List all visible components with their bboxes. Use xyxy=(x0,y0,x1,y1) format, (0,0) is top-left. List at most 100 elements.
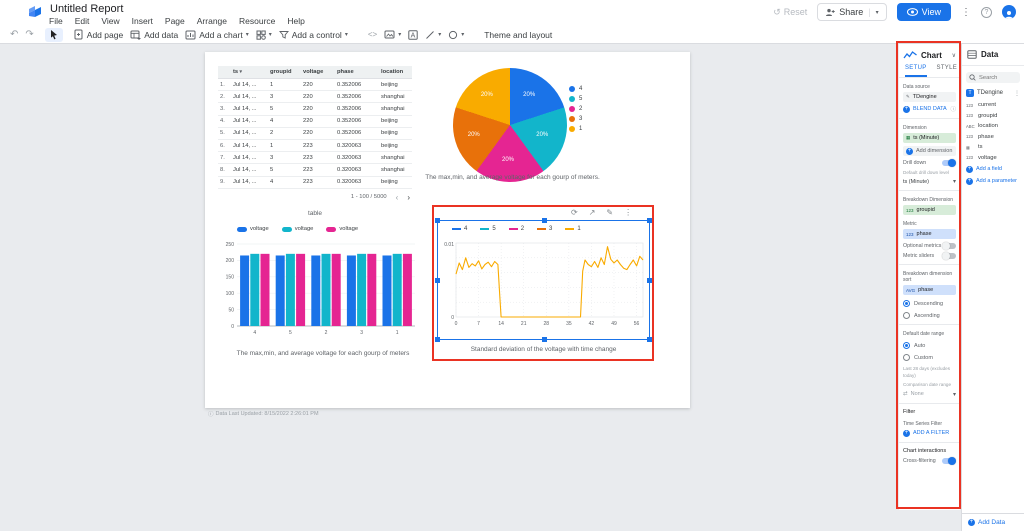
legend-item[interactable]: voltage xyxy=(326,226,358,232)
add-filter-button[interactable]: + ADD A FILTER xyxy=(903,429,956,437)
col-header-ts[interactable]: ts ▾ xyxy=(231,66,268,79)
view-button[interactable]: View xyxy=(896,3,951,21)
shape-button[interactable]: ▾ xyxy=(448,30,464,40)
add-dimension-button[interactable]: + Add dimension xyxy=(903,146,956,156)
sort-descending-radio[interactable]: Descending xyxy=(903,300,956,308)
selection-handle[interactable] xyxy=(435,218,440,223)
menu-insert[interactable]: Insert xyxy=(132,16,153,26)
selection-handle[interactable] xyxy=(435,337,440,342)
embed-icon[interactable]: <> xyxy=(368,30,377,39)
table-row[interactable]: 6. Jul 14, ... 1 223 0.320063 beijing xyxy=(218,139,412,153)
avatar[interactable] xyxy=(1002,5,1016,19)
refresh-icon[interactable]: ⟳ xyxy=(571,208,578,217)
add-page-button[interactable]: Add page xyxy=(74,29,123,40)
reset-button[interactable]: ↺ Reset xyxy=(773,7,807,18)
tab-style[interactable]: STYLE xyxy=(937,65,958,77)
field-phase[interactable]: 123 phase xyxy=(966,134,1020,140)
legend-item[interactable]: 1 xyxy=(565,226,581,232)
selection-handle[interactable] xyxy=(647,278,652,283)
edit-icon[interactable]: ✎ xyxy=(606,208,613,217)
cross-filtering-toggle[interactable] xyxy=(942,456,956,465)
report-title[interactable]: Untitled Report xyxy=(50,3,123,15)
text-button[interactable]: A xyxy=(408,29,418,40)
table-row[interactable]: 2. Jul 14, ... 3 220 0.352006 shanghai xyxy=(218,90,412,104)
theme-layout-button[interactable]: Theme and layout xyxy=(484,30,552,40)
metric-sliders-toggle[interactable] xyxy=(942,252,956,261)
legend-item[interactable]: 2 xyxy=(508,226,524,232)
line-chart[interactable]: 4 5 2 3 1 0 7 14 21 28 35 42 49 56 0.01 0 xyxy=(435,218,652,342)
field-ts[interactable]: ▦ ts xyxy=(966,144,1020,150)
data-source-row[interactable]: T TDengine ⋮ xyxy=(966,89,1020,97)
next-page-button[interactable]: › xyxy=(407,193,410,202)
menu-page[interactable]: Page xyxy=(165,16,185,26)
field-voltage[interactable]: 123 voltage xyxy=(966,155,1020,161)
table-row[interactable]: 4. Jul 14, ... 4 220 0.352006 beijing xyxy=(218,115,412,128)
dimension-chip[interactable]: ▦ ts (Minute) xyxy=(903,133,956,143)
more-menu-icon[interactable]: ⋮ xyxy=(961,7,971,18)
add-data-button[interactable]: + Add Data xyxy=(968,519,1005,526)
menu-help[interactable]: Help xyxy=(287,16,304,26)
selection-handle[interactable] xyxy=(542,337,547,342)
date-custom-radio[interactable]: Custom xyxy=(903,354,956,362)
add-control-button[interactable]: Add a control ▾ xyxy=(278,30,348,40)
comparison-date-select[interactable]: ⇄ None ▾ xyxy=(903,391,956,398)
blend-data-button[interactable]: + BLEND DATA ⓘ xyxy=(903,105,956,113)
cursor-tool-button[interactable] xyxy=(44,27,63,42)
image-button[interactable]: ▾ xyxy=(384,30,401,39)
legend-item[interactable]: 4 xyxy=(569,86,582,92)
legend-item[interactable]: 1 xyxy=(569,126,582,132)
search-box[interactable] xyxy=(966,72,1020,83)
sort-chip[interactable]: AVG phase xyxy=(903,285,956,296)
bar-chart[interactable]: voltage voltage voltage 0 50 100 150 200 250 4 5 2… xyxy=(223,226,423,366)
community-viz-button[interactable]: ▾ xyxy=(256,30,272,40)
add-parameter-button[interactable]: + Add a parameter xyxy=(966,177,1020,185)
col-header-voltage[interactable]: voltage xyxy=(301,66,335,79)
search-input[interactable] xyxy=(979,74,1017,81)
table-row[interactable]: 5. Jul 14, ... 2 220 0.352006 beijing xyxy=(218,127,412,140)
data-table[interactable]: ts ▾ groupid voltage phase location 1. Jul 14,… xyxy=(218,66,412,217)
selection-handle[interactable] xyxy=(647,218,652,223)
field-location[interactable]: ABC location xyxy=(966,123,1020,129)
legend-item[interactable]: 5 xyxy=(480,226,496,232)
legend-item[interactable]: voltage xyxy=(281,226,313,232)
prev-page-button[interactable]: ‹ xyxy=(396,193,399,202)
table-row[interactable]: 3. Jul 14, ... 5 220 0.352006 shanghai xyxy=(218,102,412,116)
add-data-button[interactable]: Add data xyxy=(130,30,178,40)
breakdown-dimension-chip[interactable]: 123 groupid xyxy=(903,205,956,216)
col-header-groupid[interactable]: groupid xyxy=(268,66,301,79)
legend-item[interactable]: 2 xyxy=(569,106,582,112)
help-icon[interactable]: ? xyxy=(981,6,992,18)
redo-icon[interactable]: ↷ xyxy=(25,29,33,40)
data-source-chip[interactable]: ✎ TDengine xyxy=(903,92,956,102)
col-header-location[interactable]: location xyxy=(379,66,412,79)
table-row[interactable]: 7. Jul 14, ... 3 223 0.320063 shanghai xyxy=(218,151,412,165)
legend-item[interactable]: 4 xyxy=(452,226,467,232)
open-icon[interactable]: ↗ xyxy=(589,208,596,217)
col-header-index[interactable] xyxy=(218,66,231,79)
drill-level-select[interactable]: ts (Minute) ▾ xyxy=(903,178,956,186)
legend-item[interactable]: 3 xyxy=(569,116,582,122)
add-chart-button[interactable]: Add a chart ▾ xyxy=(185,30,249,40)
undo-icon[interactable]: ↶ xyxy=(10,29,18,40)
pie-chart[interactable]: 20% 20% 20% 20% 20% xyxy=(453,68,567,182)
selection-handle[interactable] xyxy=(435,278,440,283)
menu-file[interactable]: File xyxy=(49,16,63,26)
share-button[interactable]: Share | ▾ xyxy=(817,3,887,21)
field-groupid[interactable]: 123 groupid xyxy=(966,113,1020,119)
report-page[interactable]: ts ▾ groupid voltage phase location 1. Jul 14,… xyxy=(205,52,690,408)
menu-arrange[interactable]: Arrange xyxy=(197,16,227,26)
legend-item[interactable]: voltage xyxy=(237,226,269,232)
menu-edit[interactable]: Edit xyxy=(75,16,90,26)
legend-item[interactable]: 3 xyxy=(537,226,552,232)
selection-handle[interactable] xyxy=(542,218,547,223)
col-header-phase[interactable]: phase xyxy=(335,66,379,79)
line-button[interactable]: ▾ xyxy=(425,30,441,40)
menu-view[interactable]: View xyxy=(101,16,119,26)
chevron-down-icon[interactable]: ∨ xyxy=(952,52,956,59)
field-current[interactable]: 123 current xyxy=(966,102,1020,108)
legend-item[interactable]: 5 xyxy=(569,96,582,102)
optional-metrics-toggle[interactable] xyxy=(942,242,956,251)
date-auto-radio[interactable]: Auto xyxy=(903,342,956,350)
selection-handle[interactable] xyxy=(647,337,652,342)
sort-ascending-radio[interactable]: Ascending xyxy=(903,312,956,320)
